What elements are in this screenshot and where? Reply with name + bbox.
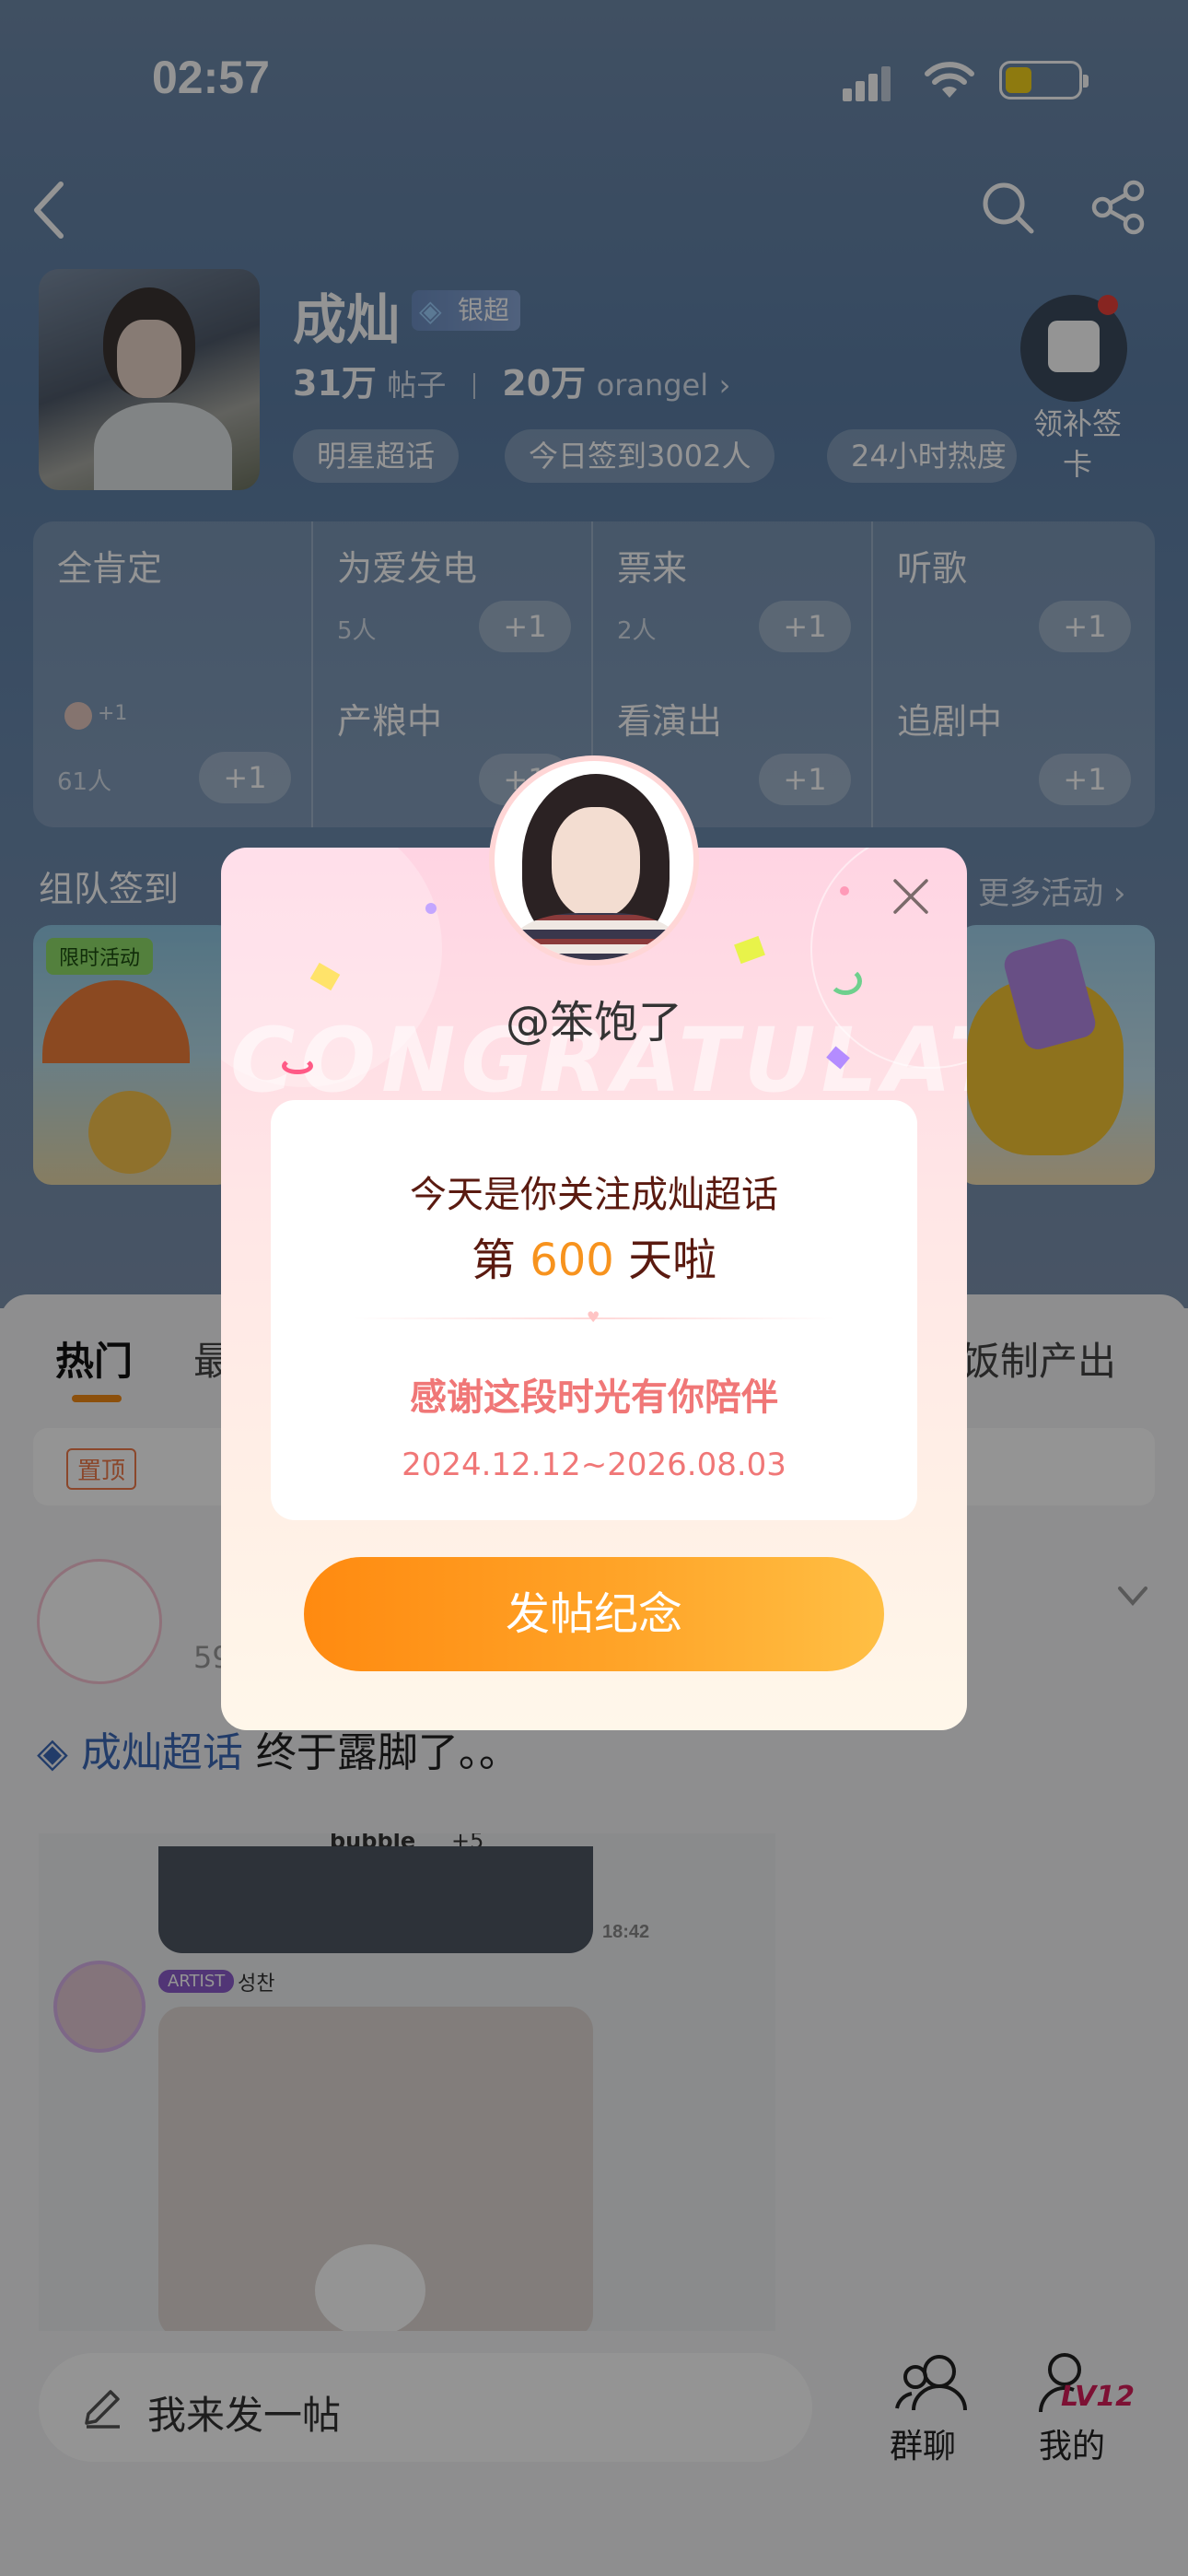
confetti-piece — [734, 935, 765, 965]
date-range: 2024.12.12~2026.08.03 — [402, 1446, 786, 1483]
follow-message: 今天是你关注成灿超话 — [410, 1174, 778, 1216]
confetti-piece — [282, 1058, 313, 1074]
confetti-piece — [425, 903, 437, 914]
page: 02:57 成灿 ◈ 银超 31万 帖子 20万 orangel › 明星超话 … — [0, 0, 1188, 2576]
day-prefix: 第 — [471, 1235, 516, 1286]
close-icon[interactable] — [890, 875, 932, 918]
modal-username: @笨饱了 — [505, 997, 682, 1048]
post-commemoration-button[interactable]: 发帖纪念 — [304, 1557, 884, 1671]
confetti-piece — [840, 886, 849, 896]
day-count-line: 第 600 天啦 — [271, 1224, 917, 1288]
modal-user-avatar — [489, 755, 699, 966]
anniversary-modal: CONGRATULATE @笨饱了 今天是你关注成灿超话 第 600 天啦 ♥ … — [221, 848, 967, 1730]
day-suffix: 天啦 — [628, 1235, 717, 1286]
anniversary-card: 今天是你关注成灿超话 第 600 天啦 ♥ 感谢这段时光有你陪伴 2024.12… — [271, 1100, 917, 1520]
heart-icon: ♥ — [587, 1308, 600, 1326]
day-count: 600 — [530, 1235, 614, 1286]
thanks-message: 感谢这段时光有你陪伴 — [410, 1376, 778, 1419]
